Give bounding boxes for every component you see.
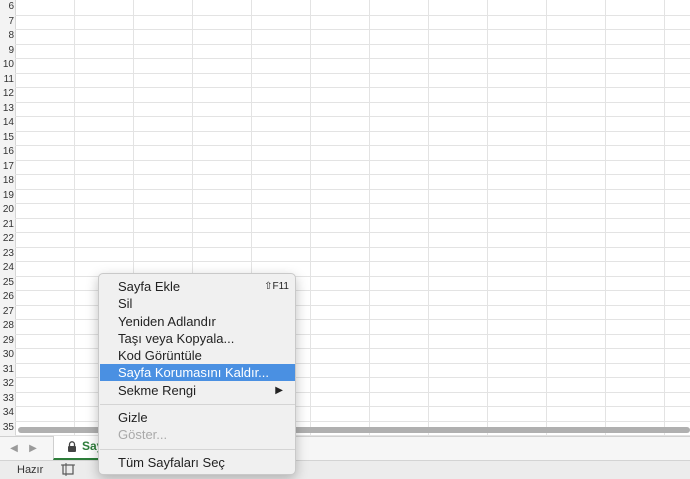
row-number[interactable]: 9	[0, 44, 14, 59]
column-gridline	[664, 0, 665, 436]
menu-separator	[100, 449, 295, 450]
row-number[interactable]: 22	[0, 232, 14, 247]
row-number[interactable]: 27	[0, 305, 14, 320]
column-gridline	[369, 0, 370, 436]
row-gridline	[15, 232, 690, 233]
column-gridline	[546, 0, 547, 436]
row-gridline	[15, 246, 690, 248]
menu-item-select-all-sheets[interactable]: Tüm Sayfaları Seç	[100, 454, 295, 471]
row-gridline	[15, 145, 690, 146]
row-gridline	[15, 203, 690, 204]
row-number[interactable]: 19	[0, 189, 14, 204]
row-gridline	[15, 72, 690, 74]
menu-item-hide[interactable]: Gizle	[100, 409, 295, 426]
row-number[interactable]: 8	[0, 29, 14, 44]
row-number[interactable]: 26	[0, 290, 14, 305]
column-gridline	[74, 0, 75, 436]
row-gridline	[15, 14, 690, 16]
row-number[interactable]: 12	[0, 87, 14, 102]
row-gridline	[15, 174, 690, 175]
row-number[interactable]: 33	[0, 392, 14, 407]
row-number[interactable]: 10	[0, 58, 14, 73]
menu-item-move-copy[interactable]: Taşı veya Kopyala...	[100, 330, 295, 347]
row-number[interactable]: 14	[0, 116, 14, 131]
menu-item-rename[interactable]: Yeniden Adlandır	[100, 313, 295, 330]
row-number[interactable]: 25	[0, 276, 14, 291]
row-gridline	[15, 261, 690, 262]
row-number[interactable]: 18	[0, 174, 14, 189]
menu-item-tab-color[interactable]: Sekme Rengi ▶	[100, 382, 295, 399]
submenu-arrow-icon: ▶	[275, 384, 283, 396]
row-gridline	[15, 130, 690, 132]
status-ready-text: Hazır	[17, 464, 44, 476]
row-number[interactable]: 24	[0, 261, 14, 276]
menu-separator	[100, 404, 295, 405]
row-number[interactable]: 30	[0, 348, 14, 363]
row-number[interactable]: 31	[0, 363, 14, 378]
row-gridline	[15, 101, 690, 103]
row-header-column: 6 7 8 9 10 11 12 13 14 15 16 17 18 19 20 21 22 23 24 25 26 27…	[0, 0, 16, 436]
column-gridline	[605, 0, 606, 436]
row-number[interactable]: 34	[0, 406, 14, 421]
menu-item-unhide: Göster...	[118, 427, 168, 442]
row-number[interactable]: 13	[0, 102, 14, 117]
row-number[interactable]: 6	[0, 0, 14, 15]
row-number[interactable]: 35	[0, 421, 14, 436]
chevron-left-icon[interactable]: ◀	[7, 441, 21, 457]
row-number[interactable]: 17	[0, 160, 14, 175]
page-layout-icon[interactable]	[61, 463, 75, 476]
column-gridline	[487, 0, 488, 436]
menu-item-delete[interactable]: Sil	[100, 295, 295, 312]
row-number[interactable]: 23	[0, 247, 14, 262]
lock-icon	[68, 441, 76, 452]
menu-item-unprotect-sheet[interactable]: Sayfa Korumasını Kaldır...	[100, 364, 295, 381]
menu-item-view-code[interactable]: Kod Görüntüle	[100, 347, 295, 364]
row-number[interactable]: 20	[0, 203, 14, 218]
row-number[interactable]: 11	[0, 73, 14, 88]
sheet-context-menu: Sayfa Ekle ⇧F11 Sil Yeniden Adlandır Taş…	[98, 273, 296, 475]
row-number[interactable]: 16	[0, 145, 14, 160]
row-gridline	[15, 29, 690, 30]
menu-item-add-sheet[interactable]: Sayfa Ekle ⇧F11	[100, 278, 295, 295]
column-gridline	[428, 0, 429, 436]
row-gridline	[15, 58, 690, 59]
row-number[interactable]: 29	[0, 334, 14, 349]
column-gridline	[310, 0, 311, 436]
shortcut-text: ⇧F11	[264, 281, 289, 292]
row-number[interactable]: 15	[0, 131, 14, 146]
row-gridline	[15, 116, 690, 117]
chevron-right-icon[interactable]: ▶	[26, 441, 40, 457]
row-gridline	[15, 87, 690, 88]
row-gridline	[15, 217, 690, 219]
row-gridline	[15, 43, 690, 45]
row-number[interactable]: 21	[0, 218, 14, 233]
row-gridline	[15, 159, 690, 161]
row-number[interactable]: 28	[0, 319, 14, 334]
row-number[interactable]: 32	[0, 377, 14, 392]
row-number[interactable]: 7	[0, 15, 14, 30]
row-gridline	[15, 188, 690, 190]
